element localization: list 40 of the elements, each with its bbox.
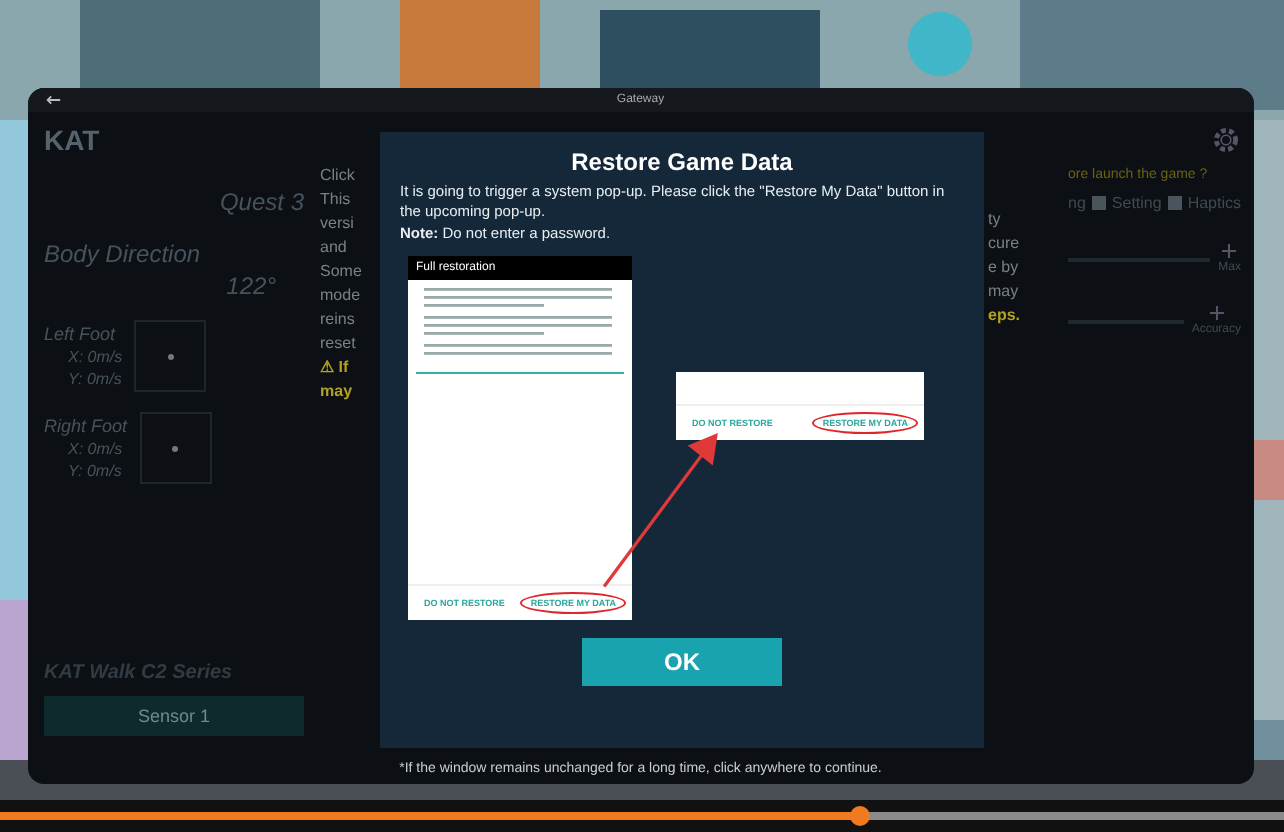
foot-tracker — [134, 320, 207, 392]
instruction-text: e by — [988, 256, 1019, 280]
speed-reading: X: 0m/s — [66, 440, 125, 458]
checkbox[interactable] — [1091, 196, 1106, 210]
instruction-text: Click — [320, 164, 355, 188]
progress-thumb[interactable] — [850, 806, 871, 826]
instruction-text: reset — [320, 332, 356, 356]
device-name: Quest 3 — [219, 188, 304, 216]
warning-text: ⚠ If — [320, 356, 349, 380]
back-arrow-icon[interactable] — [44, 94, 62, 106]
warning-text: may — [320, 380, 353, 404]
direction-label: Body Direction — [44, 240, 203, 268]
plus-icon[interactable] — [1209, 306, 1224, 320]
logo: KAT — [44, 124, 102, 156]
instruction-text: reins — [320, 308, 355, 332]
option-label: Setting — [1111, 194, 1162, 212]
sensor-button[interactable]: Sensor 1 — [44, 696, 304, 736]
option-label: Haptics — [1187, 194, 1241, 212]
instruction-text: may — [988, 280, 1019, 304]
option-label: ng — [1068, 194, 1086, 212]
settings-icon[interactable] — [1209, 124, 1241, 156]
dialog-title: Restore Game Data — [569, 148, 795, 176]
instruction-text: cure — [988, 232, 1020, 256]
foot-label: Left Foot — [44, 324, 118, 344]
instruction-text: mode — [320, 284, 361, 308]
speed-reading: Y: 0m/s — [66, 370, 123, 388]
foot-tracker — [139, 412, 212, 484]
instruction-text: versi — [320, 212, 354, 236]
ok-button[interactable]: OK — [582, 638, 782, 686]
checkbox[interactable] — [1167, 196, 1182, 210]
foot-label: Right Foot — [44, 416, 128, 436]
direction-value: 122° — [226, 272, 276, 300]
instruction-text: ty — [988, 208, 1001, 232]
plus-icon[interactable] — [1222, 244, 1237, 258]
instruction-text: This — [320, 188, 351, 212]
speed-reading: X: 0m/s — [66, 348, 123, 366]
speed-reading: Y: 0m/s — [66, 462, 124, 480]
instruction-text: and — [320, 236, 347, 260]
warning-text: eps. — [988, 304, 1021, 328]
instruction-text: Some — [320, 260, 362, 284]
